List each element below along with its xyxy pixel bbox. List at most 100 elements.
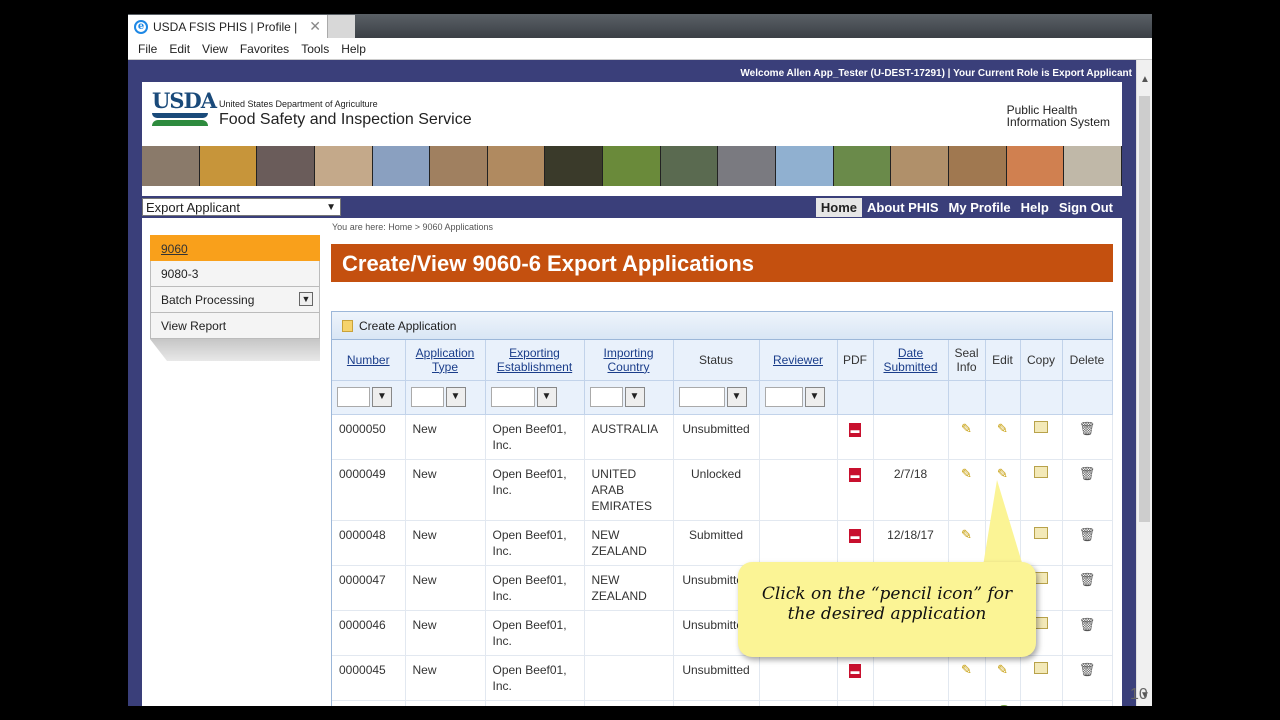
left-menu-9060[interactable]: 9060 — [150, 235, 320, 261]
trash-icon[interactable]: 🗑 — [1079, 572, 1096, 587]
banner-photo — [660, 146, 719, 186]
filter-status-input[interactable] — [678, 387, 725, 407]
country-cell — [584, 610, 674, 656]
menu-help[interactable]: Help — [335, 42, 372, 56]
filter-type-input[interactable] — [410, 387, 444, 407]
col-date-submitted[interactable]: Date Submitted — [873, 340, 949, 381]
create-application-button[interactable]: Create Application — [332, 312, 1112, 340]
col-delete: Delete — [1062, 340, 1113, 381]
close-tab-icon[interactable]: ✕ — [309, 18, 321, 35]
banner-photo — [603, 146, 661, 186]
seal-pencil-icon[interactable]: ✎ — [961, 662, 972, 677]
nav-about[interactable]: About PHIS — [862, 198, 944, 217]
filter-establishment-input[interactable] — [490, 387, 535, 407]
copy-icon[interactable] — [1034, 420, 1048, 433]
edit-pencil-icon[interactable]: ✎ — [997, 662, 1008, 677]
menu-file[interactable]: File — [132, 42, 163, 56]
left-menu-view-report[interactable]: View Report — [150, 313, 320, 339]
menu-view[interactable]: View — [196, 42, 234, 56]
nav-help[interactable]: Help — [1016, 198, 1054, 217]
filter-icon[interactable]: ▼ — [726, 387, 747, 407]
pdf-icon[interactable]: ▬ — [849, 528, 861, 543]
nav-my-profile[interactable]: My Profile — [944, 198, 1016, 217]
pdf-icon[interactable]: ▬ — [849, 422, 861, 437]
status-cell: Unlocked — [673, 459, 760, 521]
trash-icon[interactable]: 🗑 — [1079, 527, 1096, 542]
instruction-callout: Click on the “pencil icon” for the desir… — [738, 562, 1036, 657]
table-row: 0000050 New Open Beef01, Inc. AUSTRALIA Unsu… — [332, 414, 1113, 460]
edit-pencil-icon[interactable]: ✎ — [997, 421, 1008, 436]
copy-icon[interactable] — [1034, 616, 1048, 629]
vertical-scrollbar[interactable]: ▲ ▼ — [1136, 60, 1152, 706]
filter-icon[interactable]: ▼ — [804, 387, 825, 407]
menu-edit[interactable]: Edit — [163, 42, 196, 56]
establishment-cell: Open Beef01, Inc. — [485, 655, 585, 701]
seal-pencil-icon[interactable]: ✎ — [961, 421, 972, 436]
filter-icon[interactable]: ▼ — [445, 387, 466, 407]
col-reviewer[interactable]: Reviewer — [759, 340, 838, 381]
browser-tab[interactable]: e USDA FSIS PHIS | Profile | ✕ — [128, 15, 328, 38]
copy-icon[interactable] — [1034, 571, 1048, 584]
type-cell: New — [405, 655, 486, 701]
copy-icon[interactable] — [1034, 526, 1048, 539]
role-select[interactable]: Export Applicant ▼ — [142, 198, 341, 216]
seal-pencil-icon[interactable]: ✎ — [961, 466, 972, 481]
establishment-cell: Open Beef01, Inc. — [485, 459, 585, 521]
copy-icon[interactable] — [1034, 661, 1048, 674]
edit-cell: ✎ — [985, 655, 1021, 701]
banner-photo — [833, 146, 892, 186]
left-menu-batch-processing[interactable]: Batch Processing ▼ — [150, 287, 320, 313]
trash-icon[interactable]: 🗑 — [1079, 421, 1096, 436]
scroll-up-icon[interactable]: ▲ — [1140, 74, 1150, 85]
scrollbar-thumb[interactable] — [1139, 96, 1150, 522]
filter-reviewer-input[interactable] — [764, 387, 803, 407]
col-number[interactable]: Number — [332, 340, 406, 381]
filter-icon[interactable]: ▼ — [372, 387, 392, 407]
filter-icon[interactable]: ▼ — [536, 387, 557, 407]
delete-cell: 🗑 — [1062, 565, 1113, 611]
seal-info-cell: ✎ — [948, 414, 986, 460]
col-exporting-establishment[interactable]: Exporting Establishment — [485, 340, 585, 381]
reviewer-cell — [759, 459, 838, 521]
date-cell — [873, 414, 949, 460]
filter-icon[interactable]: ▼ — [624, 387, 645, 407]
delete-cell: 🗑 — [1062, 414, 1113, 460]
seal-info-cell: ✎ — [948, 459, 986, 521]
filter-row: ▼ ▼ ▼ ▼ ▼ ▼ — [332, 380, 1113, 415]
trash-icon[interactable]: 🗑 — [1079, 662, 1096, 677]
edit-pencil-icon[interactable]: ✎ — [997, 466, 1008, 481]
menu-favorites[interactable]: Favorites — [234, 42, 295, 56]
filter-country-input[interactable] — [589, 387, 623, 407]
left-menu-9080-3[interactable]: 9080-3 — [150, 261, 320, 287]
nav-sign-out[interactable]: Sign Out — [1054, 198, 1118, 217]
col-edit: Edit — [985, 340, 1021, 381]
col-importing-country[interactable]: Importing Country — [584, 340, 674, 381]
filter-number-input[interactable] — [337, 387, 370, 407]
chevron-down-icon[interactable]: ▼ — [299, 292, 313, 306]
seal-pencil-icon[interactable]: ✎ — [961, 527, 972, 542]
usda-logo[interactable]: USDA — [152, 90, 217, 130]
copy-icon[interactable] — [1034, 465, 1048, 478]
pdf-icon[interactable]: ▬ — [849, 663, 861, 678]
table-row: 0000045 New Open Beef01, Inc. Unsubmitted ▬ ✎… — [332, 655, 1113, 701]
role-select-value: Export Applicant — [146, 199, 240, 215]
new-tab-button[interactable] — [328, 15, 355, 38]
number-cell: 0000045 — [332, 655, 406, 701]
col-application-type[interactable]: Application Type — [405, 340, 486, 381]
reviewer-cell — [759, 700, 838, 706]
nav-home[interactable]: Home — [815, 197, 863, 217]
col-pdf: PDF — [837, 340, 874, 381]
seal-info-cell: ✎ — [948, 520, 986, 566]
copy-cell — [1020, 414, 1063, 460]
banner-photo — [1006, 146, 1065, 186]
number-cell: 0000046 — [332, 610, 406, 656]
banner-photo — [487, 146, 546, 186]
country-cell: AUSTRALIA — [584, 414, 674, 460]
trash-icon[interactable]: 🗑 — [1079, 466, 1096, 481]
trash-icon[interactable]: 🗑 — [1079, 617, 1096, 632]
reviewer-cell — [759, 414, 838, 460]
establishment-cell: Open Beef01, Inc. — [485, 414, 585, 460]
menu-tools[interactable]: Tools — [295, 42, 335, 56]
type-cell: New — [405, 520, 486, 566]
pdf-icon[interactable]: ▬ — [849, 467, 861, 482]
